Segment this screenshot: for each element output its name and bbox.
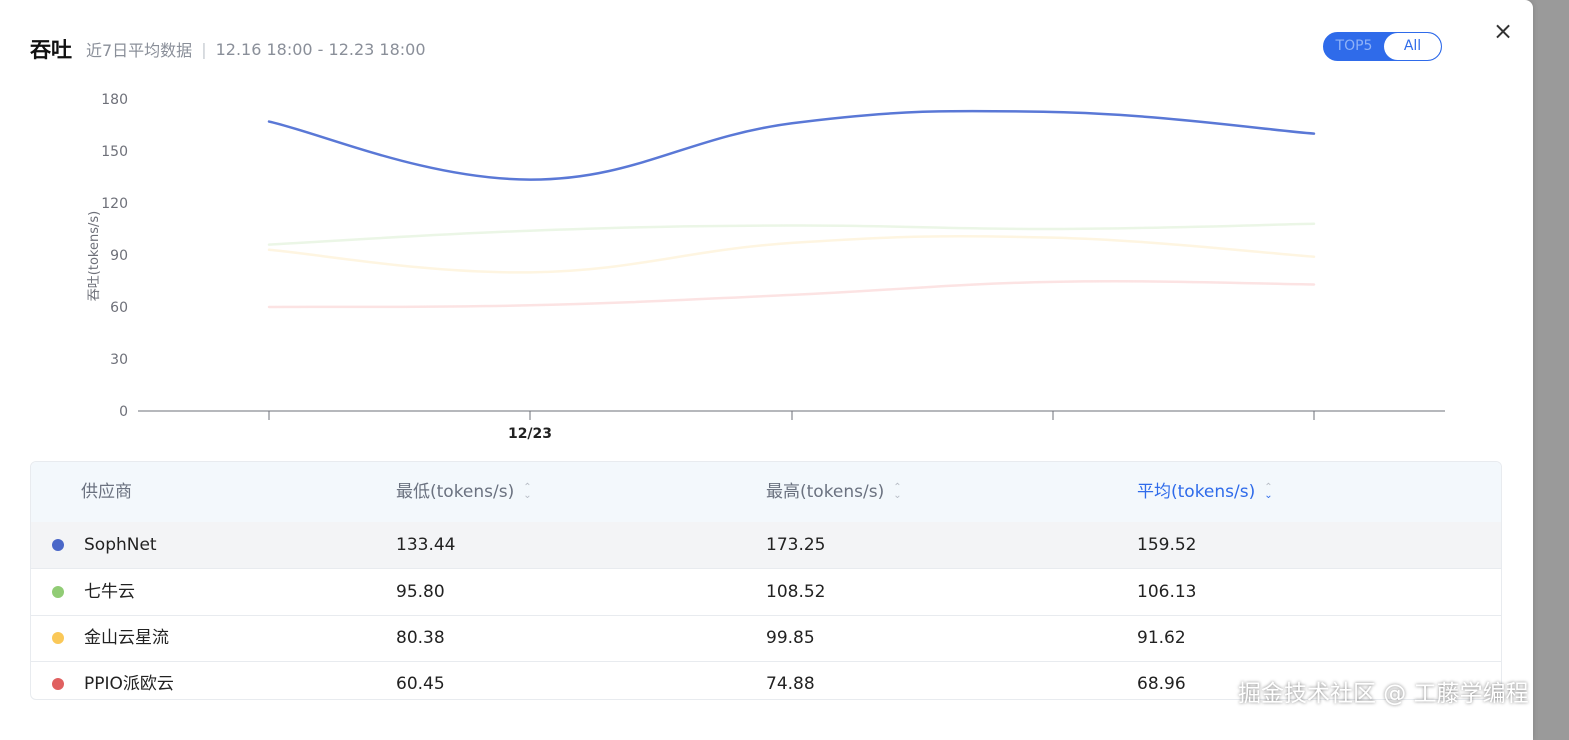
max-value: 74.88 xyxy=(766,674,815,694)
avg-value: 106.13 xyxy=(1137,582,1197,602)
top5-all-toggle[interactable]: TOP5 All xyxy=(1323,32,1442,61)
watermark-text: 掘金技术社区 @ 工藤学编程 xyxy=(1238,681,1529,707)
provider-name: PPIO派欧云 xyxy=(84,674,174,694)
sort-down-icon: ⌄ xyxy=(523,490,532,501)
table-header: 供应商 最低(tokens/s) ⌃ ⌄ 最高(tokens/s) ⌃ ⌄ 平均(t… xyxy=(31,462,1501,523)
y-tick-label: 30 xyxy=(110,352,128,368)
table-row[interactable]: 金山云星流 80.38 99.85 91.62 xyxy=(31,615,1501,662)
provider-name: SophNet xyxy=(84,535,157,555)
series-color-dot xyxy=(52,586,64,598)
throughput-line-chart: 0 30 60 90 120 150 180 吞吐(tokens/s) 12/23 xyxy=(87,92,1445,442)
table-row[interactable]: SophNet 133.44 173.25 159.52 xyxy=(31,522,1501,569)
series-line xyxy=(267,280,1316,309)
column-header-min[interactable]: 最低(tokens/s) ⌃ ⌄ xyxy=(396,462,533,522)
y-tick-label: 150 xyxy=(101,144,128,160)
min-value: 133.44 xyxy=(396,535,456,555)
provider-name: 金山云星流 xyxy=(84,628,169,648)
sort-icon[interactable]: ⌃ ⌄ xyxy=(1264,483,1274,501)
series-line xyxy=(267,109,1316,181)
max-value: 108.52 xyxy=(766,582,826,602)
throughput-modal: 吞吐 近7日平均数据 | 12.16 18:00 - 12.23 18:00 T… xyxy=(0,0,1533,740)
min-value: 60.45 xyxy=(396,674,445,694)
column-label-avg: 平均(tokens/s) xyxy=(1137,482,1256,502)
table-row[interactable]: 七牛云 95.80 108.52 106.13 xyxy=(31,569,1501,616)
column-header-provider: 供应商 xyxy=(81,462,132,522)
y-tick-label: 60 xyxy=(110,300,128,316)
toggle-option-top5[interactable]: TOP5 xyxy=(1324,33,1384,60)
max-value: 173.25 xyxy=(766,535,826,555)
series-line xyxy=(267,222,1316,246)
provider-name: 七牛云 xyxy=(84,582,135,602)
y-tick-label: 120 xyxy=(101,196,128,212)
column-header-max[interactable]: 最高(tokens/s) ⌃ ⌄ xyxy=(766,462,903,522)
min-value: 80.38 xyxy=(396,628,445,648)
y-tick-label: 0 xyxy=(119,404,128,420)
column-header-avg[interactable]: 平均(tokens/s) ⌃ ⌄ xyxy=(1137,462,1274,522)
series-color-dot xyxy=(52,678,64,690)
y-tick-label: 90 xyxy=(110,248,128,264)
sort-down-icon: ⌄ xyxy=(1264,490,1273,501)
avg-value: 91.62 xyxy=(1137,628,1186,648)
sort-down-icon: ⌄ xyxy=(893,490,902,501)
y-axis-title: 吞吐(tokens/s) xyxy=(87,211,102,301)
sort-icon[interactable]: ⌃ ⌄ xyxy=(523,483,533,501)
modal-subtitle: 近7日平均数据 xyxy=(86,41,193,60)
column-label-provider: 供应商 xyxy=(81,482,132,502)
sort-icon[interactable]: ⌃ ⌄ xyxy=(893,483,903,501)
x-tick-label: 12/23 xyxy=(508,426,552,442)
y-tick-label: 180 xyxy=(101,92,128,108)
avg-value: 68.96 xyxy=(1137,674,1186,694)
toggle-option-all[interactable]: All xyxy=(1384,33,1441,60)
series-line xyxy=(267,234,1316,274)
provider-table: 供应商 最低(tokens/s) ⌃ ⌄ 最高(tokens/s) ⌃ ⌄ 平均(t… xyxy=(30,461,1502,700)
header-separator: | xyxy=(201,39,207,59)
date-range: 12.16 18:00 - 12.23 18:00 xyxy=(215,39,426,59)
close-icon[interactable]: × xyxy=(1492,19,1514,43)
modal-header: 吞吐 近7日平均数据 | 12.16 18:00 - 12.23 18:00 xyxy=(30,34,426,64)
modal-title: 吞吐 xyxy=(30,38,72,62)
max-value: 99.85 xyxy=(766,628,815,648)
column-label-max: 最高(tokens/s) xyxy=(766,482,885,502)
min-value: 95.80 xyxy=(396,582,445,602)
series-color-dot xyxy=(52,539,64,551)
avg-value: 159.52 xyxy=(1137,535,1197,555)
series-color-dot xyxy=(52,632,64,644)
column-label-min: 最低(tokens/s) xyxy=(396,482,515,502)
